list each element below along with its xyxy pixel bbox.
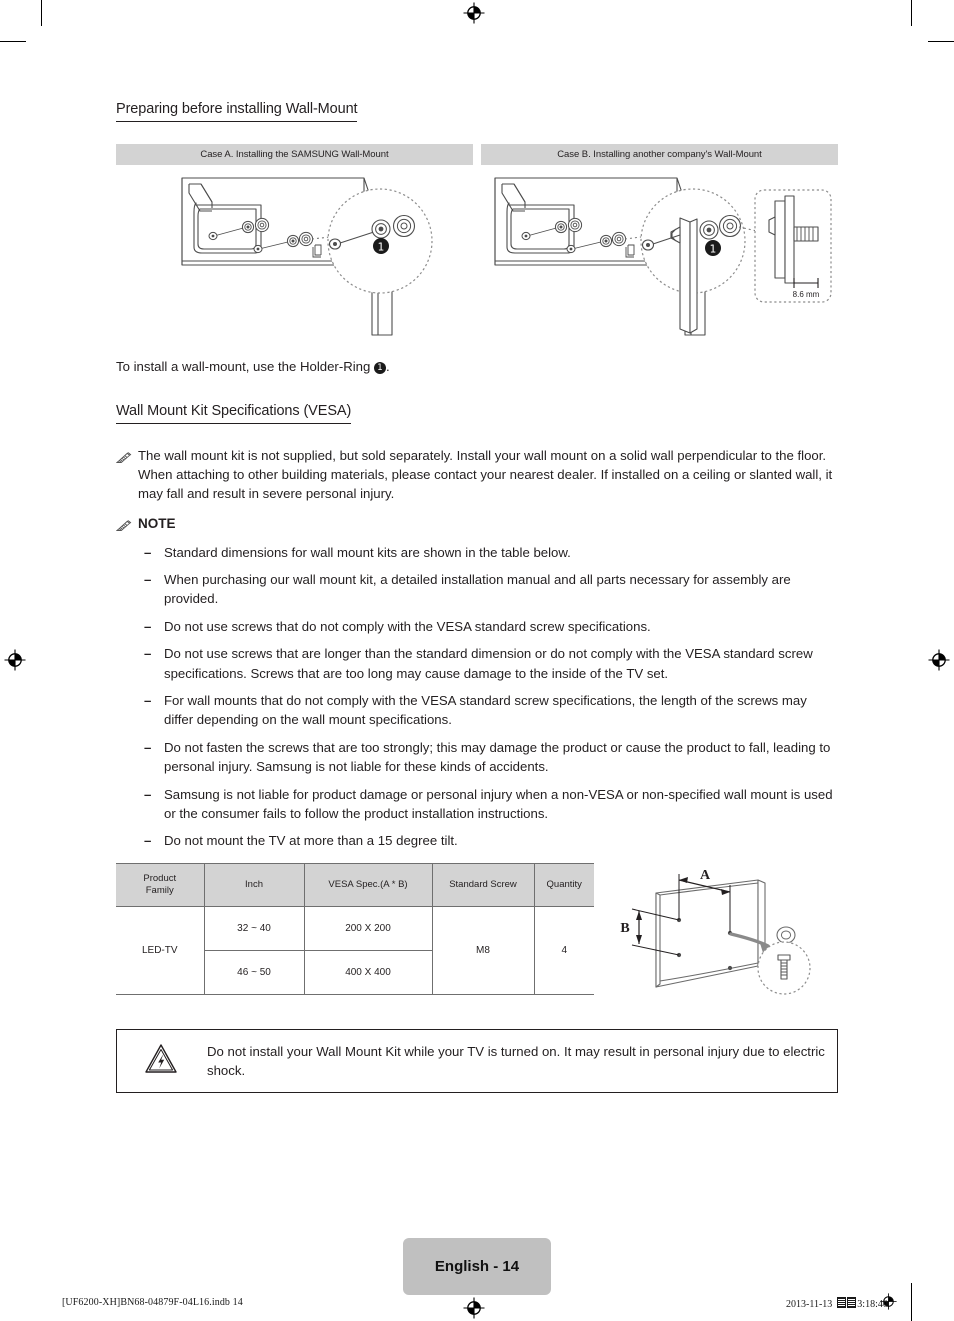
vesa-notes: The wall mount kit is not supplied, but … bbox=[115, 446, 838, 852]
footer-time: 3:18:40 bbox=[857, 1299, 888, 1310]
footer-date: 2013-11-13 bbox=[786, 1299, 833, 1310]
crop-mark-top-left-vertical bbox=[41, 0, 43, 26]
column-header-standard-screw: Standard Screw bbox=[432, 863, 535, 907]
warning-triangle-icon bbox=[131, 1043, 191, 1079]
list-item: For wall mounts that do not comply with … bbox=[142, 691, 838, 730]
caution-box: Do not install your Wall Mount Kit while… bbox=[116, 1028, 838, 1094]
column-header-product-family-line1: Product bbox=[143, 872, 177, 884]
mount-hole-bottom-right bbox=[727, 965, 733, 970]
spec-table-area: Product Family Inch VESA Spec.(A * B) St… bbox=[116, 863, 838, 1003]
holder-ring-instruction: To install a wall-mount, use the Holder-… bbox=[116, 357, 838, 376]
registration-mark-right-middle bbox=[928, 649, 950, 671]
list-item: Samsung is not liable for product damage… bbox=[142, 785, 838, 824]
list-item: Do not fasten the screws that are too st… bbox=[142, 738, 838, 777]
footer-locale-glyph bbox=[837, 1297, 857, 1310]
case-a-figure: 1 bbox=[116, 165, 473, 343]
detail-dimension-label: 8.6 mm bbox=[793, 290, 820, 299]
list-item: Do not mount the TV at more than a 15 de… bbox=[142, 831, 838, 851]
list-item: When purchasing our wall mount kit, a de… bbox=[142, 570, 838, 609]
table-header-row: Product Family Inch VESA Spec.(A * B) St… bbox=[116, 863, 594, 907]
case-b-panel: Case B. Installing another company's Wal… bbox=[481, 144, 838, 343]
screw-assembly-left-b bbox=[521, 217, 583, 241]
tv-dimension-figure: A B bbox=[608, 863, 838, 1003]
case-a-panel: Case A. Installing the SAMSUNG Wall-Moun… bbox=[116, 144, 473, 343]
cell-vesa-row2: 400 X 400 bbox=[304, 950, 433, 995]
screw-assembly-left bbox=[208, 217, 270, 241]
pencil-note-icon bbox=[115, 446, 138, 469]
cell-standard-screw: M8 bbox=[432, 906, 535, 995]
footer-file-reference: [UF6200-XH]BN68-04879F-04L16.indb 14 bbox=[62, 1297, 243, 1308]
crop-mark-top-right-vertical bbox=[911, 0, 913, 26]
cell-quantity: 4 bbox=[561, 944, 568, 956]
list-item: Standard dimensions for wall mount kits … bbox=[142, 543, 838, 563]
callout-badge-a-label: 1 bbox=[378, 241, 385, 253]
column-header-quantity: Quantity bbox=[534, 863, 594, 907]
holder-ring-instruction-prefix: To install a wall-mount, use the Holder-… bbox=[116, 359, 375, 374]
page-title-wrap: Preparing before installing Wall-Mount bbox=[116, 100, 838, 134]
column-header-product-family-line2: Family bbox=[145, 884, 174, 896]
pencil-note-icon-2 bbox=[115, 514, 138, 537]
dimension-a-label: A bbox=[700, 868, 711, 883]
crop-mark-top-left-horizontal bbox=[0, 41, 26, 43]
callout-badge-b-label: 1 bbox=[710, 243, 717, 255]
registration-mark-left-middle bbox=[4, 649, 26, 671]
screw-assembly-right bbox=[253, 231, 314, 254]
page-number-badge: English - 14 bbox=[403, 1238, 551, 1295]
column-header-inch: Inch bbox=[204, 863, 305, 907]
vesa-spec-table: Product Family Inch VESA Spec.(A * B) St… bbox=[116, 863, 594, 995]
table-row: LED-TV 32 ~ 40 200 X 200 M8 4 bbox=[116, 906, 594, 995]
note-label: NOTE bbox=[138, 515, 176, 531]
vesa-title-wrap: Wall Mount Kit Specifications (VESA) bbox=[116, 402, 838, 436]
registration-mark-top-center bbox=[463, 2, 485, 24]
cell-product-family: LED-TV bbox=[116, 906, 205, 995]
footer-timestamp: 2013-11-13 3:18:40 bbox=[786, 1297, 888, 1310]
list-item: Do not use screws that are longer than t… bbox=[142, 644, 838, 683]
intro-note-text: The wall mount kit is not supplied, but … bbox=[138, 448, 833, 502]
holder-ring-instruction-suffix: . bbox=[386, 359, 390, 374]
intro-note-row: The wall mount kit is not supplied, but … bbox=[115, 446, 838, 503]
tv-rear-logo-icon-b bbox=[625, 244, 635, 258]
cell-inch-row1: 32 ~ 40 bbox=[204, 906, 305, 951]
case-b-title: Case B. Installing another company's Wal… bbox=[481, 144, 838, 165]
tv-rear-logo-icon bbox=[312, 244, 322, 258]
tv-rear-wall-mount-illustration-a: 1 bbox=[181, 177, 433, 336]
cell-vesa-row1: 200 X 200 bbox=[304, 906, 433, 951]
vesa-section-title: Wall Mount Kit Specifications (VESA) bbox=[116, 403, 351, 425]
column-header-product-family: Product Family bbox=[116, 863, 205, 907]
note-list: Standard dimensions for wall mount kits … bbox=[116, 543, 838, 852]
dimension-b-label: B bbox=[620, 921, 629, 936]
wall-mount-cases: Case A. Installing the SAMSUNG Wall-Moun… bbox=[116, 144, 838, 343]
case-a-title: Case A. Installing the SAMSUNG Wall-Moun… bbox=[116, 144, 473, 165]
washer-icon bbox=[776, 926, 796, 944]
list-item: Do not use screws that do not comply wit… bbox=[142, 617, 838, 637]
case-b-figure: 1 8.6 mm bbox=[481, 165, 838, 343]
page-title: Preparing before installing Wall-Mount bbox=[116, 101, 358, 122]
cell-inch-row2: 46 ~ 50 bbox=[204, 950, 305, 995]
caution-text: Do not install your Wall Mount Kit while… bbox=[207, 1043, 825, 1078]
holder-ring-marker: 1 bbox=[374, 362, 387, 374]
registration-mark-bottom-center bbox=[463, 1297, 485, 1319]
tv-vesa-dimension-illustration: A B bbox=[620, 868, 811, 995]
column-header-vesa-spec: VESA Spec.(A * B) bbox=[304, 863, 433, 907]
crop-mark-top-right-horizontal bbox=[928, 41, 954, 43]
screw-assembly-right-b bbox=[566, 231, 627, 254]
tv-rear-wall-mount-illustration-b: 1 8.6 mm bbox=[494, 177, 832, 336]
note-label-row: NOTE bbox=[115, 514, 838, 537]
page-content: Preparing before installing Wall-Mount C… bbox=[115, 100, 838, 1094]
crop-mark-bottom-right-vertical bbox=[911, 1283, 913, 1321]
